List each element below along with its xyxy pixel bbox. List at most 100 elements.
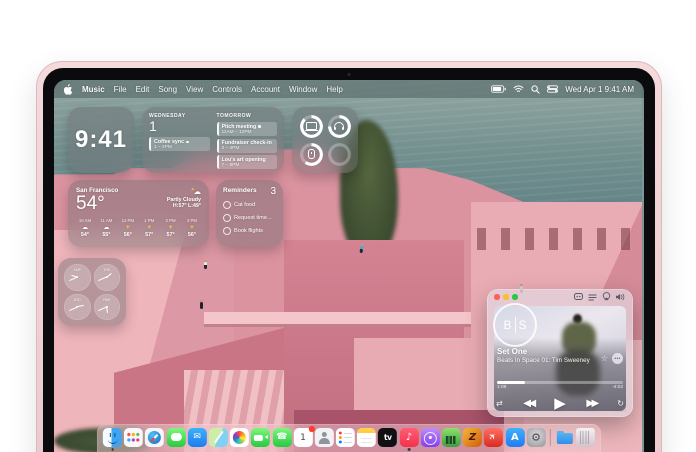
repeat-button[interactable]: ↻ [617, 399, 624, 408]
menu-item[interactable]: Music [82, 85, 105, 94]
marketing-canvas: Music File Edit Song View Controls Account Wind… [0, 0, 696, 452]
menu-item[interactable]: Song [158, 85, 177, 94]
next-button[interactable]: ▶▶ [586, 398, 596, 409]
dock-icon-facetime[interactable] [251, 428, 270, 447]
menu-item[interactable]: View [186, 85, 203, 94]
weather-hour: 3 PM ☀ 56° [183, 218, 201, 238]
batteries-widget[interactable] [292, 107, 358, 173]
event-time: 11AM – 12PM [222, 130, 275, 135]
volume-icon[interactable] [616, 288, 626, 306]
menu-item[interactable]: File [114, 85, 127, 94]
airplay-icon[interactable] [602, 288, 611, 306]
menu-item[interactable]: Window [289, 85, 317, 94]
weather-hour-icon: ☀ [125, 224, 130, 231]
clock-widget[interactable]: 9:41 [68, 107, 134, 173]
reminder-item[interactable]: Book flights [223, 227, 276, 235]
empty-battery-slot [327, 142, 351, 166]
weather-hour-icon: ☀ [146, 224, 151, 231]
shuffle-button[interactable]: ⇄ [496, 399, 503, 408]
dock-icon-reminders[interactable] [336, 428, 355, 447]
reminder-item[interactable]: Cat food [223, 201, 276, 209]
calendar-event[interactable]: Pitch meeting 11AM – 12PM [217, 122, 278, 136]
control-center-icon[interactable] [547, 85, 558, 93]
calendar-event[interactable]: Fundraiser check-in 3 – 4PM [217, 139, 278, 153]
calendar-widget[interactable]: WEDNESDAY 1 Coffee sync 1 – 2PM TOMORROW [142, 107, 284, 173]
world-clock-face: SYD [64, 294, 91, 321]
play-button[interactable]: ▶ [554, 394, 566, 412]
window-titlebar [487, 289, 633, 305]
apple-menu[interactable] [64, 84, 73, 95]
front-camera [348, 73, 351, 76]
close-button[interactable] [494, 294, 500, 300]
weather-hour: 10 AM ☁ 54° [76, 218, 94, 238]
menu-bar-clock[interactable]: Wed Apr 1 9:41 AM [565, 85, 634, 94]
dock-icon-app-store[interactable]: A [505, 428, 524, 447]
weather-hour: 12 PM ☀ 56° [119, 218, 137, 238]
lyrics-icon[interactable] [574, 288, 583, 306]
weather-hour: 2 PM ☀ 57° [162, 218, 180, 238]
device-icon [334, 122, 344, 128]
weather-widget[interactable]: San Francisco 54° ☀ ☁ Partly Cloudy H:57… [68, 180, 209, 247]
dock-icon-mail[interactable]: ✉ [188, 428, 207, 447]
dock-icon-game-z[interactable]: Z [463, 428, 482, 447]
wifi-icon[interactable] [513, 85, 524, 93]
calendar-event[interactable]: Lou's art opening 7 – 8PM [217, 155, 278, 169]
dock-icon-photos[interactable] [230, 428, 249, 447]
dock-icon-game-city[interactable] [442, 428, 461, 447]
search-icon[interactable] [531, 85, 540, 94]
dock-icon-music[interactable]: ♪ [399, 428, 418, 447]
event-time: 7 – 8PM [222, 163, 275, 168]
favorite-star-button[interactable]: ☆ [601, 354, 608, 363]
album-logo: B S [493, 303, 537, 347]
menu-item[interactable]: Edit [136, 85, 150, 94]
ipad-device: Music File Edit Song View Controls Account Wind… [36, 61, 662, 452]
dock-icon-notes[interactable] [357, 428, 376, 447]
person-figure [204, 262, 207, 269]
calendar-day-label: WEDNESDAY [149, 113, 210, 119]
dock-icon-calendar[interactable]: 1 [294, 428, 313, 447]
dock-icon-trash[interactable] [576, 428, 595, 447]
dock-icon-finder[interactable] [103, 428, 122, 447]
dock-icon-podcasts[interactable] [421, 428, 440, 447]
zoom-button[interactable] [512, 294, 518, 300]
walkway [204, 312, 474, 327]
music-mini-player-window[interactable]: B S [487, 289, 633, 417]
weather-hour: 1 PM ☀ 57° [140, 218, 158, 238]
dock-icon-launchpad[interactable] [124, 428, 143, 447]
dock-icon-phone[interactable]: ☎ [272, 428, 291, 447]
reminders-title: Reminders [223, 187, 257, 194]
reminder-checkbox[interactable] [223, 227, 231, 235]
menu-item[interactable]: Help [326, 85, 342, 94]
dock-icon-system-settings[interactable]: ⚙ [527, 428, 546, 447]
previous-button[interactable]: ◀◀ [523, 398, 533, 409]
calendar-day-number: 1 [149, 119, 210, 134]
clock-time: 9:41 [75, 126, 127, 154]
dock-icon-downloads-folder[interactable] [555, 428, 574, 447]
dock-icon-messages[interactable] [166, 428, 185, 447]
weather-hour-icon: ☀ [189, 224, 194, 231]
reminder-checkbox[interactable] [223, 214, 231, 222]
world-clock-widget[interactable]: CUP TOK SYD [58, 258, 126, 326]
menu-item[interactable]: Account [251, 85, 280, 94]
dock-icon-safari[interactable] [145, 428, 164, 447]
reminder-checkbox[interactable] [223, 201, 231, 209]
person-figure [200, 302, 203, 309]
menu-item[interactable]: Controls [212, 85, 242, 94]
queue-icon[interactable] [588, 288, 597, 306]
reminder-item[interactable]: Request time... [223, 214, 276, 222]
battery-icon[interactable] [491, 85, 506, 93]
weather-hour: 11 AM ☁ 55° [97, 218, 115, 238]
dock-icon-maps[interactable] [209, 428, 228, 447]
song-subtitle: Beats In Space 01: Tim Sweeney [497, 357, 590, 364]
reminders-widget[interactable]: Reminders 3 Cat food Request time... Boo… [216, 180, 283, 247]
dock: ✉ ☎ [97, 424, 601, 452]
progress-bar[interactable] [497, 381, 623, 384]
more-button[interactable]: ••• [612, 353, 623, 364]
dock-icon-apple-tv[interactable]: tv [378, 428, 397, 447]
dock-icon-game-rocket[interactable]: ✈ [484, 428, 503, 447]
minimize-button[interactable] [503, 294, 509, 300]
calendar-event[interactable]: Coffee sync 1 – 2PM [149, 137, 210, 151]
dock-divider [550, 429, 551, 446]
song-title: Set One [497, 347, 590, 356]
dock-icon-contacts[interactable] [315, 428, 334, 447]
